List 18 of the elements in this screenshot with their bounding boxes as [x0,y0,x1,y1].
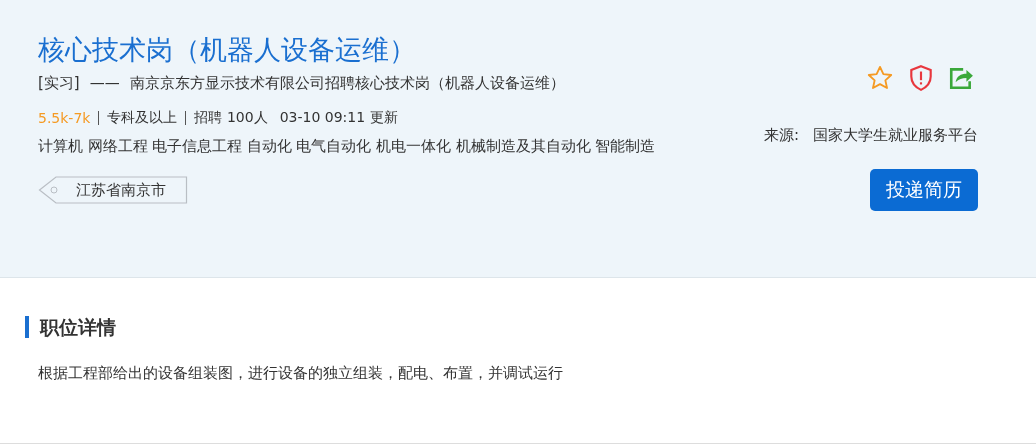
job-title: 核心技术岗（机器人设备运维） [38,33,417,67]
job-subtitle: 南京京东方显示技术有限公司招聘核心技术岗（机器人设备运维） [129,74,565,93]
job-description: 根据工程部给出的设备组装图，进行设备的独立组装，配电、布置，并调试运行 [38,364,564,383]
apply-button[interactable]: 投递简历 [870,169,978,211]
star-icon[interactable] [866,64,894,92]
section-heading: 职位详情 [25,316,1036,338]
source-name: 国家大学生就业服务平台 [813,126,978,145]
job-type: [实习] [38,74,80,93]
salary: 5.5k-7k [38,110,91,126]
update-time: 03-10 09:11 更新 [279,109,398,127]
education: 专科及以上 [107,109,178,127]
source-label: 来源: [763,126,799,145]
share-icon[interactable] [948,65,974,91]
tag-hole-icon [50,186,58,194]
dash: —— [89,74,120,93]
report-shield-icon[interactable] [908,64,934,92]
majors: 计算机 网络工程 电子信息工程 自动化 电气自动化 机电一体化 机械制造及其自动化 智能制造 [38,137,656,156]
headcount: 招聘 100人 [194,109,268,127]
